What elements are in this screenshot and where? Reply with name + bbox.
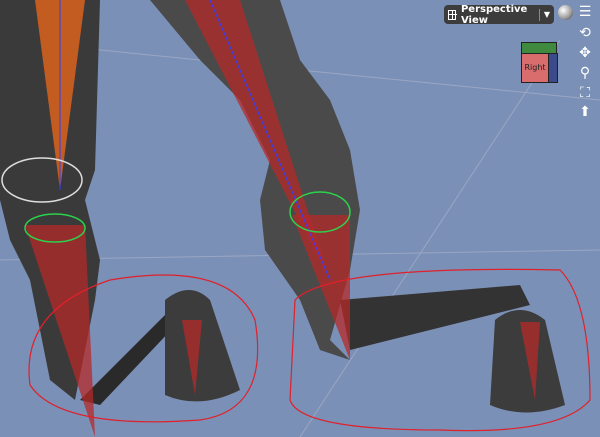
view-layout-icon: [448, 9, 457, 20]
view-cube-right-face[interactable]: Right: [521, 53, 549, 83]
pan-icon[interactable]: ✥: [576, 44, 594, 62]
orbit-icon[interactable]: ⟲: [576, 24, 594, 42]
dropdown-arrow-icon[interactable]: ▼: [544, 10, 550, 19]
3d-viewport-scene[interactable]: [0, 0, 600, 437]
view-cube[interactable]: Right: [518, 42, 558, 84]
zoom-icon[interactable]: ⚲: [576, 64, 594, 82]
view-selector-button[interactable]: Perspective View ▼: [444, 3, 554, 26]
view-cube-side[interactable]: [548, 53, 558, 83]
view-label: Perspective View: [460, 3, 528, 26]
home-icon[interactable]: ⬆: [576, 103, 594, 121]
frame-icon[interactable]: ⛶: [576, 84, 594, 102]
divider: [539, 8, 540, 21]
viewport-options-icon[interactable]: ☰: [576, 3, 594, 21]
draw-style-sphere-icon[interactable]: [558, 5, 573, 20]
